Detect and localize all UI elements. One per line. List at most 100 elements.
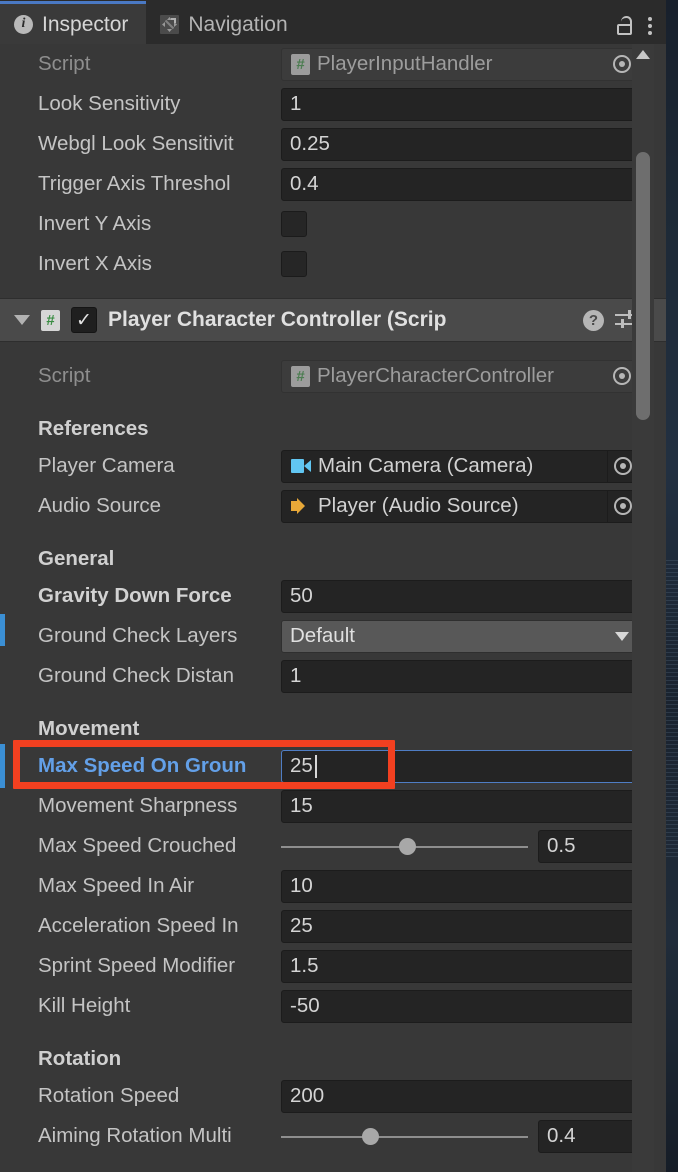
section-header-general: General <box>38 547 115 570</box>
property-row-invert-y-axis: Invert Y Axis <box>0 204 666 244</box>
number-input[interactable]: 1.5 <box>281 949 638 983</box>
inspector-panel: i Inspector Navigation Script # PlayerIn… <box>0 0 666 1172</box>
target-ring-icon <box>613 55 631 73</box>
number-input[interactable]: 0.25 <box>281 127 638 161</box>
navigation-move-icon <box>160 14 180 34</box>
number-value: 0.5 <box>547 833 576 857</box>
property-label: Movement Sharpness <box>38 795 238 817</box>
property-label: Acceleration Speed In <box>38 915 239 937</box>
property-row-max-speed-crouched: Max Speed Crouched 0.5 <box>0 826 666 866</box>
property-row-script: Script # PlayerCharacterController <box>0 356 666 396</box>
component-enabled-checkbox[interactable]: ✓ <box>71 307 97 333</box>
max-speed-on-ground-input[interactable]: 25 <box>281 749 638 783</box>
number-value: 50 <box>290 585 313 607</box>
number-input[interactable]: 50 <box>281 579 638 613</box>
inspector-body: Script # PlayerInputHandler Look Sensiti… <box>0 44 666 1172</box>
property-row-kill-height: Kill Height -50 <box>0 986 666 1026</box>
number-value: 0.4 <box>547 1123 576 1147</box>
player-camera-object-field[interactable]: Main Camera (Camera) <box>281 449 638 483</box>
tab-navigation[interactable]: Navigation <box>146 4 305 44</box>
info-icon: i <box>14 14 33 34</box>
number-input[interactable]: 15 <box>281 789 638 823</box>
property-row-audio-source: Audio Source Player (Audio Source) <box>0 486 666 526</box>
inspector-window: i Inspector Navigation Script # PlayerIn… <box>0 0 678 1172</box>
number-value: 0.25 <box>290 133 330 155</box>
script-object-field[interactable]: # PlayerInputHandler <box>281 47 638 81</box>
number-input[interactable]: 1 <box>281 87 638 121</box>
property-label: Rotation Speed <box>38 1085 180 1107</box>
scrollbar-thumb[interactable] <box>636 152 650 420</box>
prefab-override-bar-gravity <box>0 614 5 646</box>
aiming-rotation-multiplier-slider[interactable] <box>281 1120 528 1153</box>
slider-track <box>281 1135 528 1138</box>
property-label: Audio Source <box>38 495 162 517</box>
vertical-scrollbar[interactable] <box>632 44 654 1172</box>
number-input[interactable]: -50 <box>281 989 638 1023</box>
property-row-script-top: Script # PlayerInputHandler <box>0 44 666 84</box>
section-header-references: References <box>38 417 149 440</box>
slider-value-input[interactable]: 0.4 <box>538 1119 638 1153</box>
property-row-ground-check-layers: Ground Check Layers Default <box>0 616 666 656</box>
property-label: Sprint Speed Modifier <box>38 955 236 977</box>
number-value: 1 <box>290 93 302 115</box>
script-object-field[interactable]: # PlayerCharacterController <box>281 359 638 393</box>
object-name: Player (Audio Source) <box>318 494 519 517</box>
unlock-icon[interactable] <box>617 16 634 35</box>
script-object-name: PlayerCharacterController <box>317 364 554 387</box>
kebab-menu-icon[interactable] <box>648 16 652 35</box>
component-title: Player Character Controller (Scrip <box>108 308 447 331</box>
csharp-script-icon: # <box>291 53 310 75</box>
property-row-invert-x-axis: Invert X Axis <box>0 244 666 284</box>
scroll-up-arrow-icon[interactable] <box>636 50 650 59</box>
invert-x-axis-checkbox[interactable] <box>281 251 307 277</box>
object-name: Main Camera (Camera) <box>318 454 534 477</box>
property-row-webgl-look-sensitivity: Webgl Look Sensitivit 0.25 <box>0 124 666 164</box>
number-value: 1.5 <box>290 955 319 977</box>
number-input[interactable]: 25 <box>281 909 638 943</box>
property-row-sprint-speed-modifier: Sprint Speed Modifier 1.5 <box>0 946 666 986</box>
scene-view-sliver <box>666 0 678 1172</box>
property-label: Script <box>38 365 91 387</box>
number-value: 200 <box>290 1085 325 1107</box>
ground-check-layers-dropdown[interactable]: Default <box>281 619 638 653</box>
panel-tab-bar: i Inspector Navigation <box>0 0 666 44</box>
property-label: Look Sensitivity <box>38 93 181 115</box>
property-row-trigger-axis-threshold: Trigger Axis Threshol 0.4 <box>0 164 666 204</box>
section-header-rotation: Rotation <box>38 1047 122 1070</box>
component-header-player-character-controller[interactable]: # ✓ Player Character Controller (Scrip ? <box>0 298 666 342</box>
number-input[interactable]: 1 <box>281 659 638 693</box>
number-value: 25 <box>290 915 313 937</box>
number-value: 0.4 <box>290 173 319 195</box>
property-label: Max Speed In Air <box>38 875 195 897</box>
invert-y-axis-checkbox[interactable] <box>281 211 307 237</box>
property-row-acceleration-speed-in-air: Acceleration Speed In 25 <box>0 906 666 946</box>
number-input[interactable]: 10 <box>281 869 638 903</box>
max-speed-crouched-slider[interactable] <box>281 830 528 863</box>
script-object-name: PlayerInputHandler <box>317 52 493 75</box>
foldout-expanded-icon[interactable] <box>14 315 30 325</box>
property-label: Webgl Look Sensitivit <box>38 133 234 155</box>
panel-tab-actions <box>617 16 666 44</box>
text-caret <box>314 754 317 778</box>
number-input[interactable]: 0.4 <box>281 167 638 201</box>
number-input[interactable]: 200 <box>281 1079 638 1113</box>
tab-inspector[interactable]: i Inspector <box>0 1 147 44</box>
tab-inspector-label: Inspector <box>42 12 129 36</box>
property-label: Ground Check Layers <box>38 625 238 647</box>
audio-source-object-field[interactable]: Player (Audio Source) <box>281 489 638 523</box>
slider-knob[interactable] <box>398 837 416 855</box>
slider-value-input[interactable]: 0.5 <box>538 829 638 863</box>
property-row-ground-check-distance: Ground Check Distan 1 <box>0 656 666 696</box>
help-icon[interactable]: ? <box>583 309 604 331</box>
property-row-rotation-speed: Rotation Speed 200 <box>0 1076 666 1116</box>
slider-knob[interactable] <box>361 1127 379 1145</box>
property-label: Kill Height <box>38 995 131 1017</box>
chevron-down-icon <box>615 631 629 641</box>
property-row-player-camera: Player Camera Main Camera (Camera) <box>0 446 666 486</box>
